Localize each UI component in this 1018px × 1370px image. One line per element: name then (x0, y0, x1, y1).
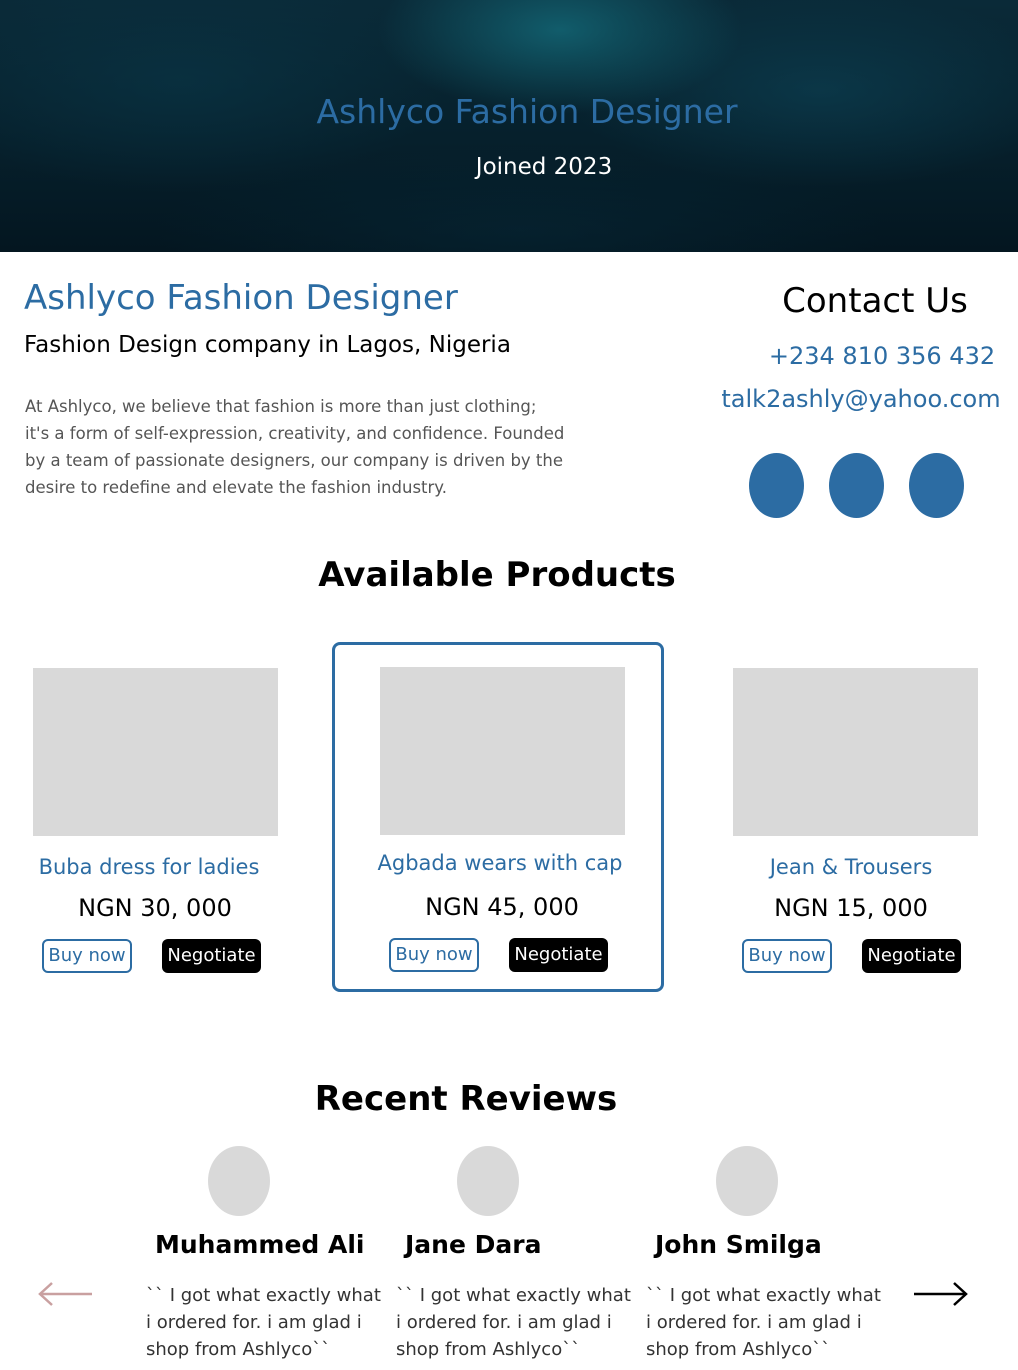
review-text: `` I got what exactly what i ordered for… (646, 1285, 881, 1360)
product-image (733, 668, 978, 836)
hero-banner: Ashlyco Fashion Designer Joined 2023 (0, 0, 1018, 252)
contact-phone[interactable]: +234 810 356 432 (762, 342, 1002, 370)
social-icon-3[interactable] (909, 453, 964, 518)
product-image (33, 668, 278, 836)
social-icon-1[interactable] (749, 453, 804, 518)
avatar (457, 1146, 519, 1216)
buy-now-button[interactable]: Buy now (742, 939, 832, 973)
product-price: NGN 15, 000 (774, 894, 928, 922)
reviews-title: Recent Reviews (314, 1079, 618, 1119)
review-text: `` I got what exactly what i ordered for… (146, 1285, 381, 1360)
avatar (208, 1146, 270, 1216)
reviewer-name: Jane Dara (405, 1230, 542, 1259)
negotiate-button[interactable]: Negotiate (862, 939, 961, 973)
arrow-left-icon[interactable] (38, 1278, 94, 1310)
product-image (380, 667, 625, 835)
product-price: NGN 30, 000 (78, 894, 232, 922)
negotiate-button[interactable]: Negotiate (509, 938, 608, 972)
reviewer-name: John Smilga (655, 1230, 822, 1259)
contact-email[interactable]: talk2ashly@yahoo.com (708, 385, 1014, 413)
contact-title: Contact Us (782, 281, 968, 321)
social-icon-2[interactable] (829, 453, 884, 518)
review-text: `` I got what exactly what i ordered for… (396, 1285, 631, 1360)
company-subtitle: Fashion Design company in Lagos, Nigeria (24, 332, 511, 358)
joined-date: Joined 2023 (475, 154, 613, 180)
hero-title: Ashlyco Fashion Designer (316, 92, 738, 131)
product-price: NGN 45, 000 (425, 893, 579, 921)
arrow-right-icon[interactable] (912, 1278, 968, 1310)
product-name: Jean & Trousers (769, 855, 933, 879)
product-name: Agbada wears with cap (377, 851, 623, 875)
buy-now-button[interactable]: Buy now (389, 938, 479, 972)
reviewer-name: Muhammed Ali (155, 1230, 365, 1259)
buy-now-button[interactable]: Buy now (42, 939, 132, 973)
negotiate-button[interactable]: Negotiate (162, 939, 261, 973)
product-name: Buba dress for ladies (38, 855, 260, 879)
company-name: Ashlyco Fashion Designer (24, 278, 458, 318)
products-title: Available Products (318, 555, 676, 595)
company-description: At Ashlyco, we believe that fashion is m… (25, 397, 565, 497)
avatar (716, 1146, 778, 1216)
